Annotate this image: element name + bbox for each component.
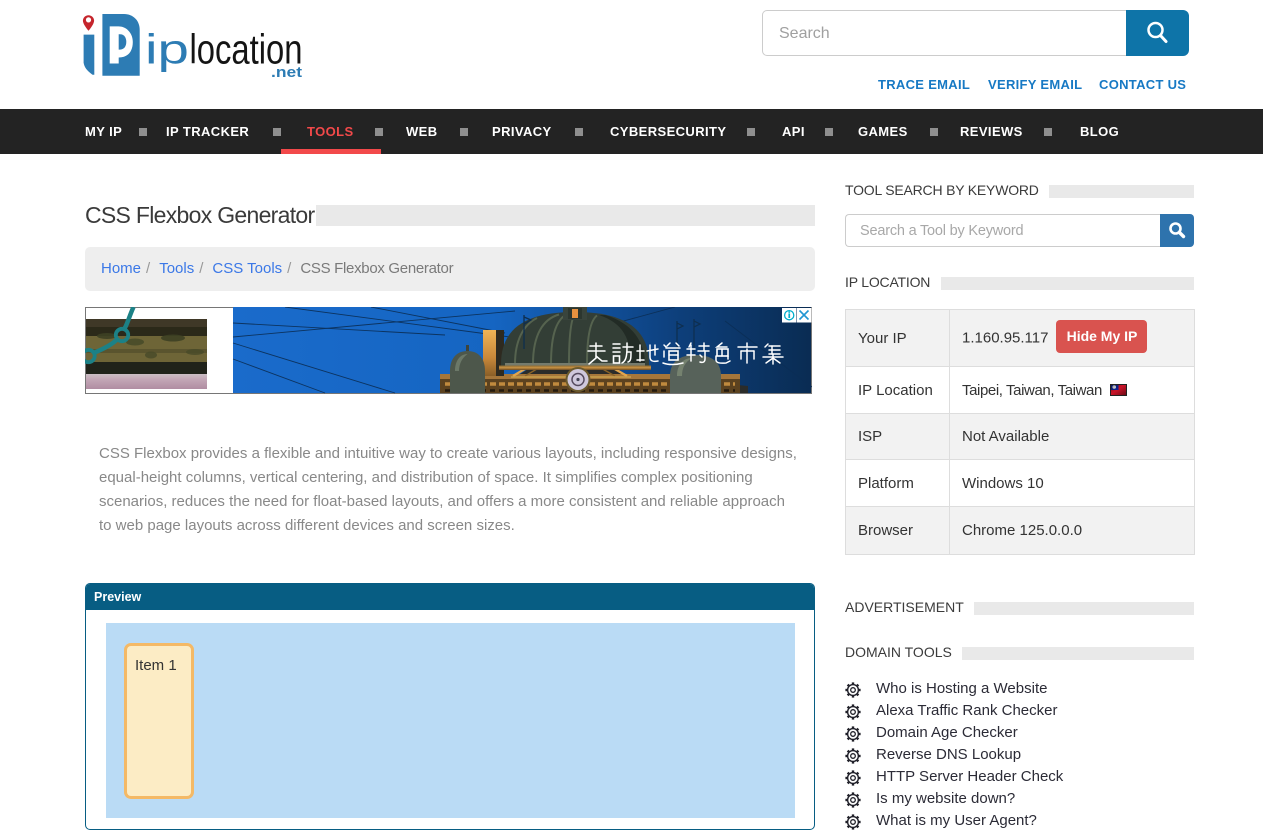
svg-text:ip: ip (145, 26, 189, 73)
svg-text:.net: .net (271, 64, 302, 80)
